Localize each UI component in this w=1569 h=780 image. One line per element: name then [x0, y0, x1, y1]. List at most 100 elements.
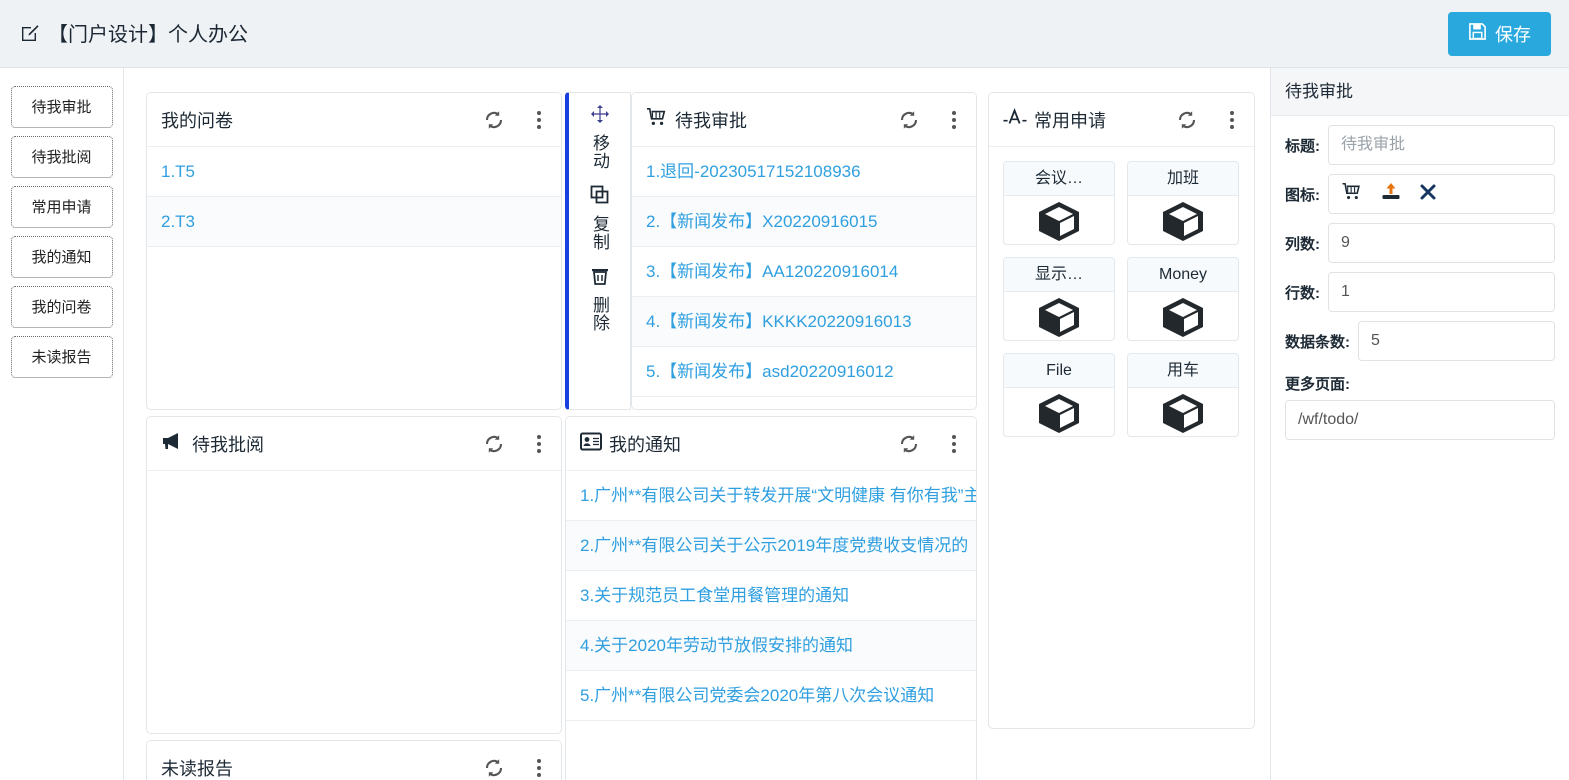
list-item[interactable]: 2.T3	[147, 197, 561, 247]
field-more-page: 更多页面:	[1271, 361, 1569, 440]
widget-palette-sidebar: 待我审批 待我批阅 常用申请 我的通知 我的问卷 未读报告	[0, 68, 124, 780]
more-page-input[interactable]	[1285, 400, 1555, 440]
cube-icon	[1004, 196, 1114, 244]
trash-icon	[589, 265, 611, 292]
app-tile-label: 加班	[1128, 162, 1238, 196]
widget-body: 1.广州**有限公司关于转发开展“文明健康 有你有我”主 2.广州**有限公司关…	[566, 471, 976, 721]
data-count-input[interactable]	[1358, 321, 1555, 361]
page-title: 【门户设计】个人办公	[20, 18, 248, 47]
refresh-icon[interactable]	[483, 757, 505, 779]
cols-input[interactable]	[1328, 223, 1555, 263]
sidebar-item-unread-report[interactable]: 未读报告	[10, 336, 113, 378]
sidebar-item-approval[interactable]: 待我审批	[10, 86, 113, 128]
widget-my-notice[interactable]: 我的通知 1.广州**有限公司关于转发开展“文明健康 有你有我”主 2.广州**…	[565, 416, 977, 780]
app-tile[interactable]: File	[1003, 353, 1115, 437]
cube-icon	[1128, 292, 1238, 340]
field-data-count: 数据条数:	[1271, 312, 1569, 361]
list-item[interactable]: 3.【新闻发布】AA120220916014	[632, 247, 976, 297]
move-widget-label: 移动	[590, 134, 609, 170]
sidebar-item-survey[interactable]: 我的问卷	[10, 286, 113, 328]
delete-widget-button[interactable]: 删除	[580, 265, 620, 332]
more-vertical-icon[interactable]	[531, 757, 547, 779]
top-header-bar: 【门户设计】个人办公 保存	[0, 0, 1569, 68]
widget-actions	[898, 109, 962, 131]
copy-widget-button[interactable]: 复制	[580, 184, 620, 251]
field-rows: 行数:	[1271, 263, 1569, 312]
dashed-a-icon	[1003, 107, 1027, 132]
widget-tool-strip: 移动 复制 删除	[565, 92, 631, 410]
field-cols-label: 列数:	[1285, 235, 1320, 253]
sidebar-item-notice[interactable]: 我的通知	[10, 236, 113, 278]
refresh-icon[interactable]	[898, 433, 920, 455]
widget-title-text: 常用申请	[1034, 110, 1106, 131]
app-tile[interactable]: Money	[1127, 257, 1239, 341]
sidebar-item-review[interactable]: 待我批阅	[10, 136, 113, 178]
more-vertical-icon[interactable]	[1224, 109, 1240, 131]
rows-input[interactable]	[1328, 272, 1555, 312]
app-tile[interactable]: 会议…	[1003, 161, 1115, 245]
field-title-label: 标题:	[1285, 137, 1320, 155]
widget-title: 我的通知	[580, 431, 898, 457]
more-vertical-icon[interactable]	[946, 109, 962, 131]
list-item[interactable]: 1.广州**有限公司关于转发开展“文明健康 有你有我”主	[566, 471, 976, 521]
app-tile[interactable]: 加班	[1127, 161, 1239, 245]
upload-icon[interactable]	[1381, 182, 1401, 206]
bullhorn-icon	[161, 431, 185, 456]
cube-icon	[1004, 388, 1114, 436]
widget-common-apply[interactable]: 常用申请 会议… 加班 显示… Money File 用车	[988, 92, 1255, 729]
page-title-text: 【门户设计】个人办公	[48, 24, 248, 46]
move-widget-button[interactable]: 移动	[580, 103, 620, 170]
id-card-icon	[580, 432, 602, 456]
list-item[interactable]: 4.【新闻发布】KKKK20220916013	[632, 297, 976, 347]
app-tile-label: 会议…	[1004, 162, 1114, 196]
more-vertical-icon[interactable]	[946, 433, 962, 455]
refresh-icon[interactable]	[483, 109, 505, 131]
sidebar-item-common-apply[interactable]: 常用申请	[10, 186, 113, 228]
widget-body: 1.退回-20230517152108936 2.【新闻发布】X20220916…	[632, 147, 976, 397]
shopping-cart-icon	[646, 107, 668, 132]
cube-icon	[1128, 196, 1238, 244]
cube-icon	[1004, 292, 1114, 340]
widget-pending-review[interactable]: 待我批阅	[146, 416, 562, 734]
list-item[interactable]: 3.关于规范员工食堂用餐管理的通知	[566, 571, 976, 621]
list-item[interactable]: 2.广州**有限公司关于公示2019年度党费收支情况的	[566, 521, 976, 571]
app-tile[interactable]: 显示…	[1003, 257, 1115, 341]
app-tile[interactable]: 用车	[1127, 353, 1239, 437]
refresh-icon[interactable]	[483, 433, 505, 455]
list-item[interactable]: 4.关于2020年劳动节放假安排的通知	[566, 621, 976, 671]
portal-design-canvas[interactable]: 我的问卷 1.T5 2.T3 移动 复制 删除 待我审批 1.退回-202305…	[124, 68, 1270, 780]
widget-header: 我的问卷	[147, 93, 561, 147]
widget-actions	[483, 433, 547, 455]
properties-panel: 待我审批 标题: 图标:	[1270, 68, 1569, 780]
title-input[interactable]	[1328, 125, 1555, 165]
widget-title: 待我批阅	[161, 431, 483, 457]
widget-unread-report[interactable]: 未读报告	[146, 740, 562, 780]
widget-actions	[1176, 109, 1240, 131]
widget-pending-approval[interactable]: 待我审批 1.退回-20230517152108936 2.【新闻发布】X202…	[631, 92, 977, 410]
widget-title-text: 我的通知	[609, 434, 681, 455]
list-item[interactable]: 2.【新闻发布】X20220916015	[632, 197, 976, 247]
list-item[interactable]: 1.退回-20230517152108936	[632, 147, 976, 197]
clear-x-icon[interactable]	[1419, 183, 1437, 206]
field-title: 标题:	[1271, 116, 1569, 165]
save-button[interactable]: 保存	[1448, 12, 1551, 56]
more-vertical-icon[interactable]	[531, 433, 547, 455]
shopping-cart-icon[interactable]	[1341, 182, 1363, 206]
widget-body: 会议… 加班 显示… Money File 用车	[989, 147, 1254, 451]
cube-icon	[1128, 388, 1238, 436]
list-item[interactable]: 5.广州**有限公司党委会2020年第八次会议通知	[566, 671, 976, 721]
refresh-icon[interactable]	[1176, 109, 1198, 131]
copy-widget-label: 复制	[590, 215, 609, 251]
field-icon: 图标:	[1271, 165, 1569, 214]
list-item[interactable]: 1.T5	[147, 147, 561, 197]
widget-actions	[483, 757, 547, 779]
widget-my-survey[interactable]: 我的问卷 1.T5 2.T3	[146, 92, 562, 410]
refresh-icon[interactable]	[898, 109, 920, 131]
list-item[interactable]: 5.【新闻发布】asd20220916012	[632, 347, 976, 397]
widget-title-text: 待我批阅	[192, 434, 264, 455]
properties-panel-title: 待我审批	[1271, 68, 1569, 116]
edit-square-icon	[20, 23, 40, 43]
floppy-save-icon	[1468, 22, 1487, 46]
more-vertical-icon[interactable]	[531, 109, 547, 131]
field-cols: 列数:	[1271, 214, 1569, 263]
